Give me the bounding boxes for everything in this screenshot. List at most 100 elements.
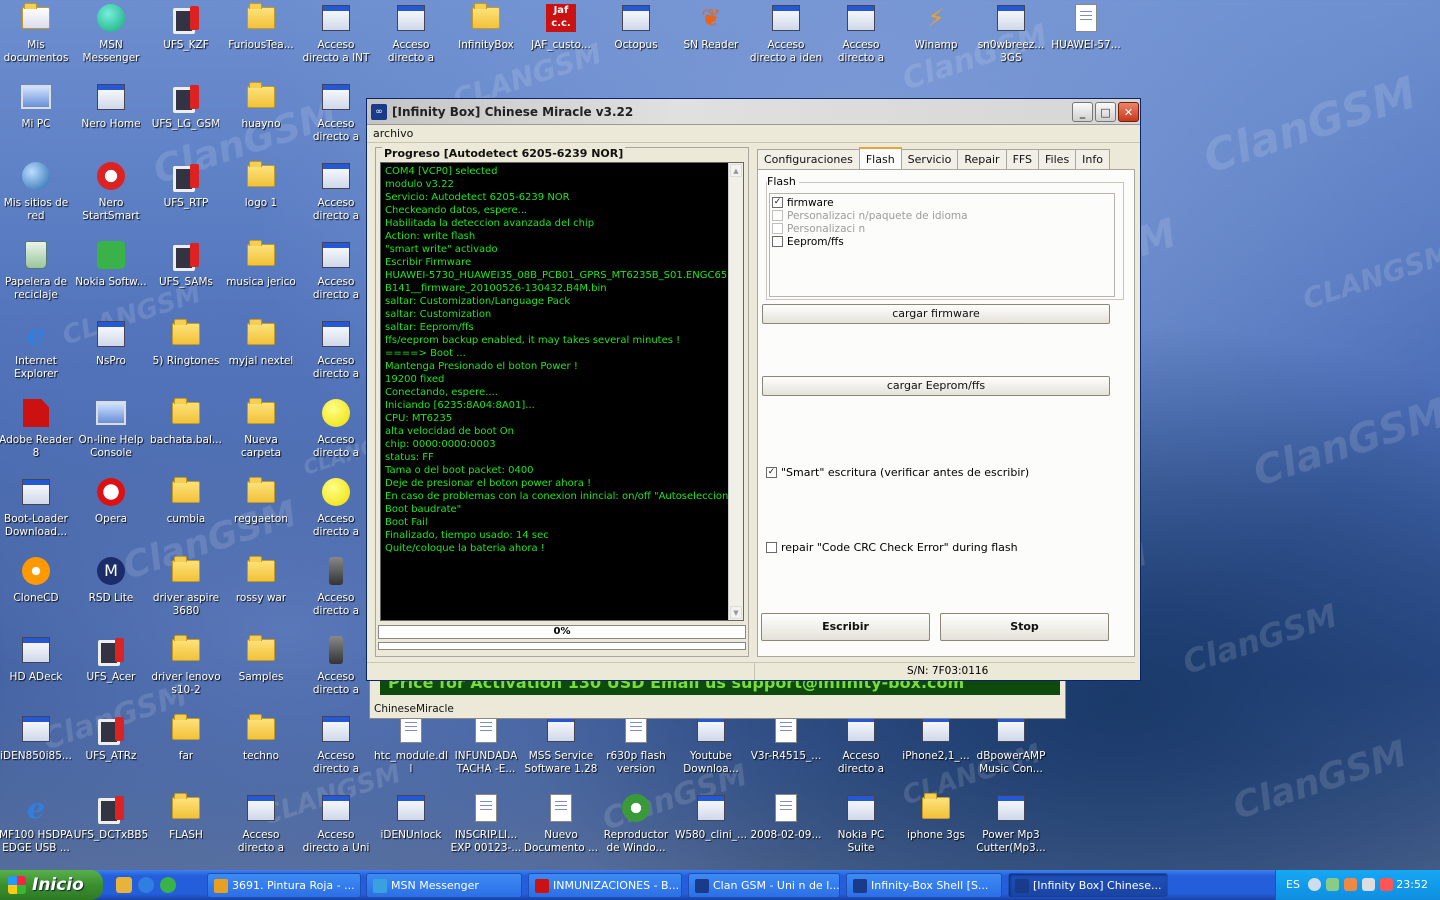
desktop-icon-acceso-directo-a-setool2g-1[interactable]: Acceso directo a Setool2g 1... xyxy=(298,553,374,632)
taskbar-task[interactable]: Infinity-Box Shell [S... xyxy=(846,873,1002,898)
desktop-icon-nero-home[interactable]: Nero Home xyxy=(73,79,149,158)
desktop-icon-ufs-kzf[interactable]: UFS_KZF xyxy=(148,0,224,79)
desktop-icon-msn-messenger-7-5[interactable]: MSN Messenger 7.5 xyxy=(73,0,149,79)
volume-icon[interactable] xyxy=(1362,878,1375,891)
scroll-down-icon[interactable]: ▼ xyxy=(730,606,742,619)
tab-servicio[interactable]: Servicio xyxy=(900,149,959,169)
taskbar-task[interactable]: INMUNIZACIONES - B... xyxy=(528,873,682,898)
desktop-icon-htc-module-dll[interactable]: htc_module.dll xyxy=(373,711,449,790)
desktop-icon-jaf-custo[interactable]: Jaf c.c. JAF_custo... xyxy=(523,0,599,79)
desktop-icon-5-ringtones[interactable]: 5) Ringtones xyxy=(148,316,224,395)
internet-explorer-icon[interactable] xyxy=(138,877,154,893)
desktop-icon-acceso-directo-a-lgi-1-77s[interactable]: Acceso directo a LGI_1_77S... xyxy=(298,158,374,237)
desktop-icon-boot-loader-download[interactable]: Boot-Loader Download... xyxy=(0,474,74,553)
desktop-icon-acceso-directo-a-lgq-1-4[interactable]: Acceso directo a LGQ_1_4... xyxy=(298,237,374,316)
taskbar-task[interactable]: Clan GSM - Uni n de l... xyxy=(688,873,840,898)
repair-crc-checkbox[interactable] xyxy=(766,542,777,553)
desktop-icon-nuevo-documento[interactable]: Nuevo Documento ... xyxy=(523,790,599,869)
desktop-icon-techno[interactable]: techno xyxy=(223,711,299,790)
desktop-icon-nero-startsmart[interactable]: Nero StartSmart xyxy=(73,158,149,237)
desktop-icon-mis-sitios-de-red[interactable]: Mis sitios de red xyxy=(0,158,74,237)
flash-option[interactable]: ✓ firmware xyxy=(772,196,1112,209)
desktop-icon-power-mp3-cutter-mp3[interactable]: Power Mp3 Cutter(Mp3... xyxy=(973,790,1049,869)
desktop-icon-nokia-pc-suite[interactable]: Nokia PC Suite xyxy=(823,790,899,869)
show-desktop-icon[interactable] xyxy=(116,877,132,893)
smart-write-checkbox[interactable]: ✓ xyxy=(766,467,777,478)
desktop-icon-internet-explorer[interactable]: e Internet Explorer xyxy=(0,316,74,395)
menu-archivo[interactable]: archivo xyxy=(373,127,413,140)
desktop-icon-iphone2-1[interactable]: iPhone2,1_... xyxy=(898,711,974,790)
desktop-icon-acceso-directo-a-egold-1[interactable]: Acceso directo a EGOLD_1... xyxy=(223,790,299,869)
desktop-icon-huayno[interactable]: huayno xyxy=(223,79,299,158)
desktop-icon-rossy-war[interactable]: rossy war xyxy=(223,553,299,632)
desktop-icon-samples[interactable]: Samples xyxy=(223,632,299,711)
desktop-icon-acceso-directo-a-odm-roc[interactable]: Acceso directo a ODM_Roc... xyxy=(298,316,374,395)
log-scrollbar[interactable]: ▲ ▼ xyxy=(728,163,743,620)
scroll-up-icon[interactable]: ▲ xyxy=(730,164,742,177)
desktop-icon-on-line-help-console[interactable]: On-line Help Console xyxy=(73,395,149,474)
desktop-icon-mi-pc[interactable]: Mi PC xyxy=(0,79,74,158)
desktop-icon-iden850i85[interactable]: iDEN850i85... xyxy=(0,711,74,790)
load-firmware-button[interactable]: cargar firmware xyxy=(762,304,1110,324)
tab-configuraciones[interactable]: Configuraciones xyxy=(757,149,860,169)
tray-arrow-icon[interactable] xyxy=(1308,878,1321,891)
desktop-icon-mf100-hsdpa-edge-usb[interactable]: e MF100 HSDPA EDGE USB ... xyxy=(0,790,74,869)
desktop-icon-flash[interactable]: FLASH xyxy=(148,790,224,869)
tab-files[interactable]: Files xyxy=(1038,149,1077,169)
desktop-icon-nokia-softw[interactable]: Nokia Softw... xyxy=(73,237,149,316)
desktop-icon-nueva-carpeta[interactable]: Nueva carpeta xyxy=(223,395,299,474)
tab-flash[interactable]: Flash xyxy=(858,147,902,169)
infinity-box-window[interactable]: ∞ [Infinity Box] Chinese Miracle v3.22 _… xyxy=(366,98,1141,681)
desktop-icon-driver-lenovo-s10-2[interactable]: driver lenovo s10-2 xyxy=(148,632,224,711)
desktop-icon-youtube-downloa[interactable]: Youtube Downloa... xyxy=(673,711,749,790)
desktop-icon-ufs-acer[interactable]: UFS_Acer xyxy=(73,632,149,711)
desktop-icon-hd-adeck[interactable]: HD ADeck xyxy=(0,632,74,711)
flash-options-list[interactable]: ✓ firmware Personalizaci n/paquete de idio… xyxy=(769,193,1115,297)
desktop-icon-adobe-reader-8[interactable]: Adobe Reader 8 xyxy=(0,395,74,474)
flash-option-checkbox[interactable] xyxy=(772,236,783,247)
desktop-icon-mis-documentos[interactable]: Mis documentos xyxy=(0,0,74,79)
desktop-icon-infinitybox[interactable]: InfinityBox xyxy=(448,0,524,79)
tab-info[interactable]: Info xyxy=(1075,149,1110,169)
desktop-icon-far[interactable]: far xyxy=(148,711,224,790)
desktop-icon-acceso-directo-a-supporter[interactable]: Acceso directo a supporter xyxy=(298,711,374,790)
close-button[interactable]: ✕ xyxy=(1118,102,1139,122)
desktop-icon-acceso-directo-a-optiflash[interactable]: Acceso directo a optiflash... xyxy=(298,474,374,553)
desktop-icon-mss-service-software-1-28[interactable]: MSS Service Software 1.28 xyxy=(523,711,599,790)
write-button[interactable]: Escribir xyxy=(761,613,930,641)
desktop-icon-iphone-3gs[interactable]: iphone 3gs xyxy=(898,790,974,869)
desktop-icon-clonecd[interactable]: CloneCD xyxy=(0,553,74,632)
stop-button[interactable]: Stop xyxy=(940,613,1109,641)
desktop-icon-sn-reader[interactable]: ❦ SN Reader xyxy=(673,0,749,79)
desktop-icon-ufs-lg-gsm[interactable]: UFS_LG_GSM xyxy=(148,79,224,158)
start-button[interactable]: Inicio xyxy=(0,870,103,900)
desktop-icon-ufs-dctxbb5[interactable]: UFS_DCTxBB5 xyxy=(73,790,149,869)
desktop-icon-reggaeton[interactable]: reggaeton xyxy=(223,474,299,553)
window-titlebar[interactable]: ∞ [Infinity Box] Chinese Miracle v3.22 _… xyxy=(367,99,1140,125)
desktop-icon-w580-clini[interactable]: W580_clini_... xyxy=(673,790,749,869)
desktop-icon-idenunlock[interactable]: iDENUnlock xyxy=(373,790,449,869)
desktop-icon-ufs-sams[interactable]: UFS_SAMs xyxy=(148,237,224,316)
tab-repair[interactable]: Repair xyxy=(957,149,1007,169)
desktop-icon-rsd-lite[interactable]: M RSD Lite xyxy=(73,553,149,632)
desktop-icon-v3r-r4515[interactable]: V3r-R4515_... xyxy=(748,711,824,790)
desktop-icon-logo-1[interactable]: logo 1 xyxy=(223,158,299,237)
smart-write-option[interactable]: ✓ "Smart" escritura (verificar antes de … xyxy=(766,466,1029,479)
desktop-icon-acceso-directo-a-unibb5sl2ok[interactable]: Acceso directo a Unibb5sl2ok xyxy=(373,0,449,79)
desktop-icon-cumbia[interactable]: cumbia xyxy=(148,474,224,553)
desktop-icon-musica-jerico[interactable]: musica jerico xyxy=(223,237,299,316)
desktop-icon-acceso-directo-a-bbescc1-2[interactable]: Acceso directo a BBESCC1.2 xyxy=(823,711,899,790)
flash-option-checkbox[interactable]: ✓ xyxy=(772,197,783,208)
desktop-icon-furioustea[interactable]: FuriousTea... xyxy=(223,0,299,79)
desktop-icon-acceso-directo-a-lg-2-02s[interactable]: Acceso directo a LG_2_02S... xyxy=(298,79,374,158)
desktop-icon-bachata-bal[interactable]: bachata.bal... xyxy=(148,395,224,474)
desktop-icon-huawei-57[interactable]: HUAWEI-57... xyxy=(1048,0,1124,79)
desktop-icon-driver-aspire-3680[interactable]: driver aspire 3680 xyxy=(148,553,224,632)
security-icon[interactable] xyxy=(1380,878,1393,891)
desktop-icon-acceso-directo-a-uni-para-1[interactable]: Acceso directo a Uni para 1... xyxy=(298,790,374,869)
desktop-icon-myjal-nextel[interactable]: myjal nextel xyxy=(223,316,299,395)
network-icon[interactable] xyxy=(1326,878,1339,891)
flash-option[interactable]: Eeprom/ffs xyxy=(772,235,1112,248)
log-console[interactable]: COM4 [VCP0] selected modulo v3.22 Servicio… xyxy=(380,162,744,621)
taskbar-task[interactable]: 3691. Pintura Roja - ... xyxy=(207,873,361,898)
